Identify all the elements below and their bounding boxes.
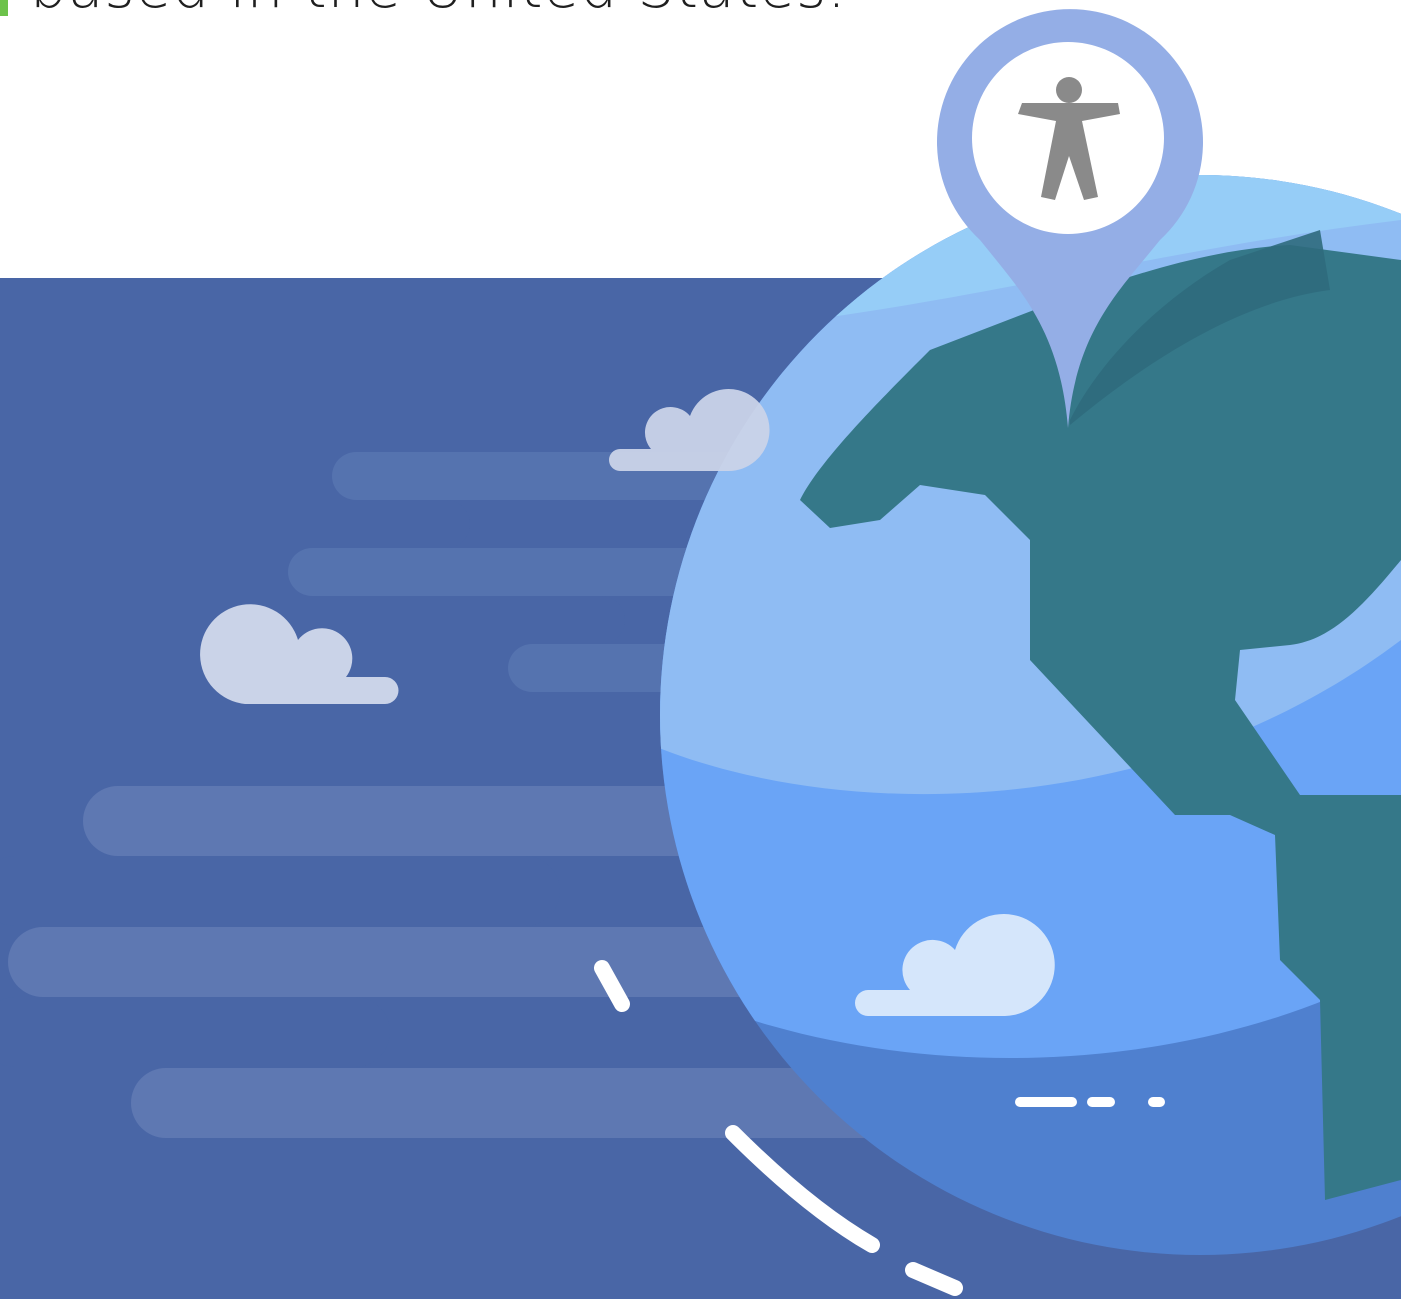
globe-illustration — [0, 9, 1401, 1299]
page: based in the United States. — [0, 0, 1401, 1299]
